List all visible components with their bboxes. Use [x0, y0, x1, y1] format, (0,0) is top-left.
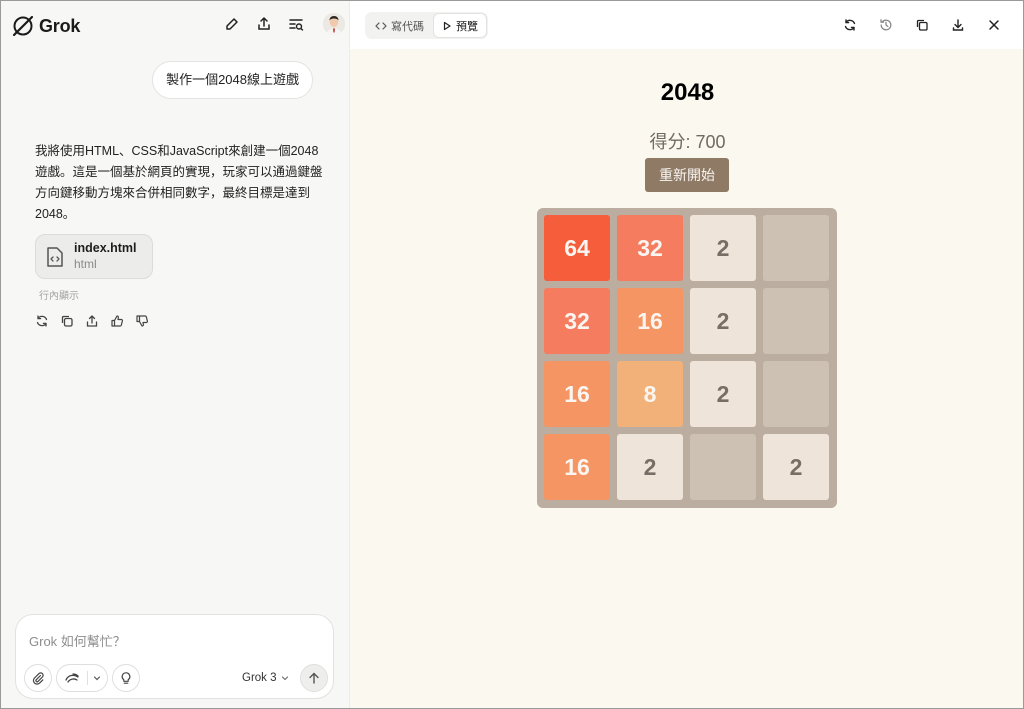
user-avatar[interactable]	[323, 13, 345, 35]
chevron-down-icon	[93, 676, 100, 681]
app-name: Grok	[39, 15, 81, 36]
tile: 2	[763, 434, 829, 500]
refresh-icon[interactable]	[839, 14, 861, 36]
tile: 32	[544, 288, 610, 354]
app-window: Grok 製作一個2048線上遊戲 我將使用HTML、CSS和JavaScrip…	[0, 0, 1024, 709]
empty-cell	[763, 288, 829, 354]
game-board: 64 32 2 32 16 2 16 8 2 16 2 2	[537, 208, 837, 508]
model-selector[interactable]: Grok 3	[242, 672, 289, 684]
file-attachment-card[interactable]: index.html html	[35, 234, 153, 279]
tab-preview-label: 預覽	[456, 20, 478, 33]
restart-button[interactable]: 重新開始	[645, 158, 729, 192]
download-icon[interactable]	[947, 14, 969, 36]
tab-code-label: 寫代碼	[391, 20, 424, 33]
lightbulb-icon	[121, 672, 131, 684]
tab-code[interactable]: 寫代碼	[367, 14, 432, 37]
game-title: 2048	[660, 79, 715, 106]
send-button[interactable]	[300, 664, 328, 692]
play-icon	[443, 21, 451, 30]
chat-toolbar	[221, 13, 345, 35]
chevron-down-icon	[281, 676, 288, 681]
chat-input[interactable]: Grok 如何幫忙？	[29, 631, 126, 650]
user-message-bubble: 製作一個2048線上遊戲	[152, 61, 313, 99]
code-file-icon	[36, 246, 74, 268]
model-name: Grok 3	[242, 672, 277, 684]
attach-button[interactable]	[24, 664, 52, 692]
copy-icon[interactable]	[60, 314, 74, 328]
empty-cell	[763, 361, 829, 427]
code-preview-tabs: 寫代碼 預覽	[365, 12, 488, 39]
regenerate-icon[interactable]	[35, 314, 49, 328]
tile: 16	[544, 434, 610, 500]
tile: 32	[617, 215, 683, 281]
assistant-message: 我將使用HTML、CSS和JavaScript來創建一個2048遊戲。這是一個基…	[35, 144, 323, 221]
file-name: index.html	[74, 241, 137, 255]
tile: 16	[617, 288, 683, 354]
message-composer: Grok 如何幫忙？ Grok 3	[15, 614, 334, 699]
thumbs-down-icon[interactable]	[135, 314, 149, 328]
new-chat-icon[interactable]	[221, 13, 243, 35]
search-history-icon[interactable]	[285, 13, 307, 35]
tab-preview[interactable]: 預覽	[434, 14, 486, 37]
deep-search-icon	[64, 673, 79, 683]
file-type: html	[74, 257, 97, 271]
thumbs-up-icon[interactable]	[110, 314, 124, 328]
deep-search-button[interactable]	[56, 664, 108, 692]
paperclip-icon	[32, 672, 44, 685]
tile: 64	[544, 215, 610, 281]
score-display: 得分: 700	[649, 132, 726, 152]
think-button[interactable]	[112, 664, 140, 692]
code-icon	[375, 21, 387, 30]
grok-logo-icon	[12, 15, 34, 37]
tile: 2	[617, 434, 683, 500]
history-icon[interactable]	[875, 14, 897, 36]
tile: 2	[690, 215, 756, 281]
share-icon[interactable]	[253, 13, 275, 35]
arrow-up-icon	[309, 672, 319, 684]
tile: 2	[690, 361, 756, 427]
preview-panel: 寫代碼 預覽 2048 得分: 700 重新開始 64 32 2 32 16 2…	[350, 1, 1023, 708]
chat-panel: Grok 製作一個2048線上遊戲 我將使用HTML、CSS和JavaScrip…	[1, 1, 350, 708]
inline-display-link[interactable]: 行內顯示	[39, 287, 79, 302]
empty-cell	[763, 215, 829, 281]
preview-actions	[839, 14, 1005, 36]
tile: 8	[617, 361, 683, 427]
tile: 2	[690, 288, 756, 354]
message-actions	[35, 314, 149, 328]
tile: 16	[544, 361, 610, 427]
copy-icon[interactable]	[911, 14, 933, 36]
empty-cell	[690, 434, 756, 500]
preview-toolbar: 寫代碼 預覽	[350, 1, 1023, 49]
close-icon[interactable]	[983, 14, 1005, 36]
grok-logo[interactable]: Grok	[11, 14, 80, 38]
share-message-icon[interactable]	[85, 314, 99, 328]
